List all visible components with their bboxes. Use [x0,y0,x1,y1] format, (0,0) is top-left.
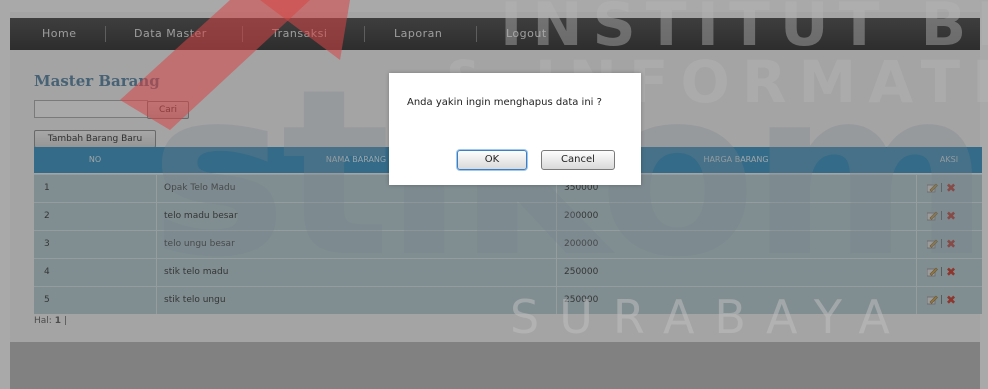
confirm-delete-dialog: Anda yakin ingin menghapus data ini ? OK… [389,73,641,185]
modal-overlay-footer [10,342,980,389]
ok-button[interactable]: OK [457,150,527,170]
cancel-button[interactable]: Cancel [541,150,615,170]
modal-overlay [0,0,988,389]
dialog-message: Anda yakin ingin menghapus data ini ? [407,97,602,108]
